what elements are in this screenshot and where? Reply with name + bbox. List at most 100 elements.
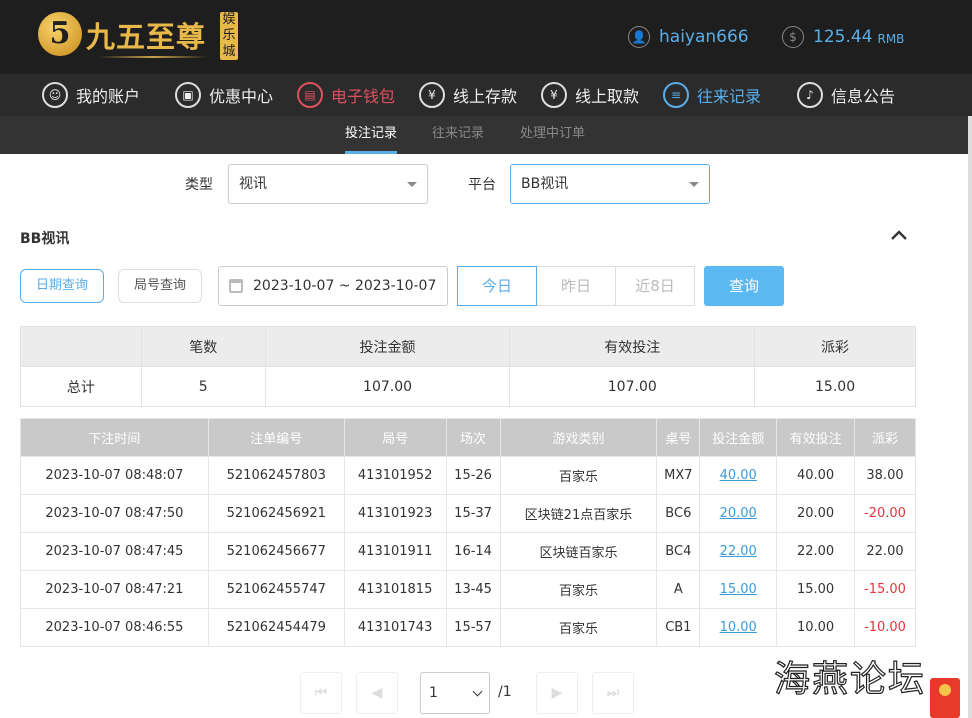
- game-type: 百家乐: [499, 570, 658, 609]
- round-id: 413101911: [343, 532, 447, 571]
- balance-currency: RMB: [877, 31, 905, 46]
- bet-amount-link[interactable]: 22.00: [699, 532, 778, 571]
- session: 13-45: [445, 570, 501, 609]
- app-root: 5 九五至尊 娱乐城 👤 haiyan666 $ 125.44 RMB ☺ 我的账…: [0, 0, 972, 718]
- section-title: BB视讯: [20, 231, 70, 247]
- nav-records[interactable]: ≡ 往来记录: [663, 74, 761, 116]
- bet-amount-link[interactable]: 40.00: [699, 456, 778, 495]
- balance-info[interactable]: $ 125.44 RMB: [782, 26, 904, 48]
- tab-bet-records[interactable]: 投注记录: [345, 116, 398, 154]
- nav-e-wallet[interactable]: ▤ 电子钱包: [297, 74, 395, 116]
- summary-cell: 107.00: [509, 366, 756, 407]
- main-nav: ☺ 我的账户 ▣ 优惠中心 ▤ 电子钱包 ¥ 线上存款 ¥ 线上取款 ≡ 往来记录 ♪ 信息公…: [0, 74, 972, 116]
- search-button[interactable]: 查询: [704, 266, 784, 306]
- column-header: 下注时间: [20, 418, 209, 457]
- column-header: 桌号: [656, 418, 701, 457]
- nav-announcements[interactable]: ♪ 信息公告: [797, 74, 895, 116]
- page-scrollbar[interactable]: [968, 116, 972, 718]
- bet-id: 521062454479: [207, 608, 345, 647]
- platform-label: 平台: [468, 177, 496, 193]
- page-select[interactable]: 1: [420, 672, 490, 714]
- nav-label: 信息公告: [831, 87, 896, 106]
- tab-pending-orders[interactable]: 处理中订单: [520, 116, 585, 154]
- nav-label: 线上取款: [575, 87, 640, 106]
- nav-my-account[interactable]: ☺ 我的账户: [42, 74, 140, 116]
- bet-amount-link[interactable]: 20.00: [699, 494, 778, 533]
- watermark: 海燕论坛: [773, 658, 927, 700]
- top-bar: 5 九五至尊 娱乐城 👤 haiyan666 $ 125.44 RMB: [0, 0, 972, 74]
- nav-label: 线上存款: [453, 87, 518, 106]
- yesterday-button[interactable]: 昨日: [536, 266, 616, 306]
- round-id: 413101815: [343, 570, 447, 609]
- nav-online-withdraw[interactable]: ¥ 线上取款: [541, 74, 639, 116]
- logo-mark: 5: [38, 12, 82, 56]
- table-row: 2023-10-07 08:47:45 521062456677 4131019…: [20, 532, 916, 571]
- deposit-icon: ¥: [419, 82, 445, 108]
- table-row: 2023-10-07 08:47:21 521062455747 4131018…: [20, 570, 916, 609]
- details-header-row: 下注时间 注单编号 局号 场次 游戏类别 桌号 投注金额 有效投注 派彩: [20, 418, 916, 457]
- summary-total-row: 总计 5 107.00 107.00 15.00: [20, 366, 916, 407]
- logo-badge: 娱乐城: [220, 12, 238, 60]
- column-header: 场次: [445, 418, 501, 457]
- summary-cell: 15.00: [754, 366, 916, 407]
- summary-cell: 107.00: [264, 366, 511, 407]
- nav-promotions[interactable]: ▣ 优惠中心: [175, 74, 273, 116]
- nav-label: 我的账户: [76, 87, 141, 106]
- table-row: 2023-10-07 08:47:50 521062456921 4131019…: [20, 494, 916, 533]
- user-info[interactable]: 👤 haiyan666: [628, 26, 749, 48]
- caret-down-icon: [689, 182, 699, 187]
- table-row: 2023-10-07 08:46:55 521062454479 4131017…: [20, 608, 916, 647]
- bet-id: 521062456677: [207, 532, 345, 571]
- chevron-up-icon[interactable]: [890, 226, 908, 244]
- user-icon: ☺: [42, 82, 68, 108]
- payout: 22.00: [854, 532, 916, 571]
- bell-icon: ♪: [797, 82, 823, 108]
- type-label: 类型: [185, 177, 213, 193]
- next-page-button[interactable]: ▶: [536, 672, 578, 714]
- table-no: CB1: [656, 608, 701, 647]
- table-no: MX7: [656, 456, 701, 495]
- withdraw-icon: ¥: [541, 82, 567, 108]
- column-header: 局号: [343, 418, 447, 457]
- type-select[interactable]: 视讯: [228, 164, 428, 204]
- logo-text: 九五至尊: [86, 20, 207, 54]
- date-range-input[interactable]: 2023-10-07 ~ 2023-10-07: [218, 266, 448, 306]
- session: 16-14: [445, 532, 501, 571]
- today-button[interactable]: 今日: [457, 266, 537, 306]
- bet-id: 521062456921: [207, 494, 345, 533]
- prev-page-button[interactable]: ◀: [356, 672, 398, 714]
- nav-label: 电子钱包: [331, 87, 396, 106]
- last-page-button[interactable]: ⏭: [592, 672, 634, 714]
- bet-time: 2023-10-07 08:47:50: [20, 494, 209, 533]
- user-icon: 👤: [628, 26, 650, 48]
- last-8-days-button[interactable]: 近8日: [615, 266, 695, 306]
- date-query-button[interactable]: 日期查询: [20, 269, 104, 303]
- round-query-button[interactable]: 局号查询: [118, 269, 202, 303]
- red-packet-icon[interactable]: [930, 678, 960, 718]
- bet-amount-link[interactable]: 15.00: [699, 570, 778, 609]
- payout: 38.00: [854, 456, 916, 495]
- game-type: 区块链21点百家乐: [499, 494, 658, 533]
- summary-header: 有效投注: [509, 326, 756, 367]
- records-icon: ≡: [663, 82, 689, 108]
- summary-header: 笔数: [140, 326, 266, 367]
- first-page-button[interactable]: ⏮: [300, 672, 342, 714]
- payout: -20.00: [854, 494, 916, 533]
- column-header: 投注金额: [699, 418, 778, 457]
- bet-time: 2023-10-07 08:47:45: [20, 532, 209, 571]
- type-select-value: 视讯: [239, 176, 267, 192]
- bet-id: 521062455747: [207, 570, 345, 609]
- table-no: BC4: [656, 532, 701, 571]
- summary-header: 派彩: [754, 326, 916, 367]
- round-id: 413101952: [343, 456, 447, 495]
- column-header: 游戏类别: [499, 418, 658, 457]
- tab-transaction-records[interactable]: 往来记录: [432, 116, 484, 154]
- balance-amount: 125.44: [813, 27, 873, 47]
- bet-amount-link[interactable]: 10.00: [699, 608, 778, 647]
- bet-time: 2023-10-07 08:47:21: [20, 570, 209, 609]
- page-total: /1: [498, 684, 512, 700]
- valid-bet: 15.00: [776, 570, 856, 609]
- platform-select[interactable]: BB视讯: [510, 164, 710, 204]
- nav-online-deposit[interactable]: ¥ 线上存款: [419, 74, 517, 116]
- page-select-value: 1: [429, 685, 438, 701]
